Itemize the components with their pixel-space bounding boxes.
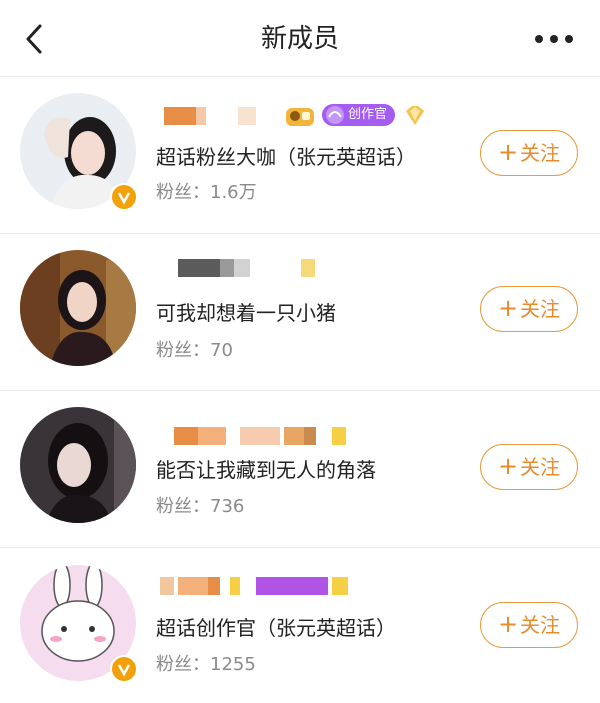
more-options-icon[interactable] (532, 28, 576, 50)
member-name-obscured (156, 577, 366, 595)
member-name-obscured (156, 259, 326, 277)
page-title: 新成员 (260, 24, 339, 54)
member-bio: 超话粉丝大咖（张元英超话） (156, 145, 416, 169)
member-name-obscured (156, 427, 356, 445)
member-bio: 超话创作官（张元英超话） (156, 616, 396, 640)
member-avatar[interactable] (20, 250, 136, 366)
follow-button-label: 关注 (520, 455, 561, 479)
member-fans-count: 粉丝：1.6万 (156, 182, 257, 203)
member-bio: 可我却想着一只小猪 (156, 301, 336, 325)
creator-badge-icon (326, 106, 344, 124)
member-bio: 能否让我藏到无人的角落 (156, 458, 376, 482)
creator-badge-label: 创作官 (348, 107, 388, 122)
follow-button-label: 关注 (520, 297, 561, 321)
member-avatar[interactable] (20, 407, 136, 523)
follow-button-label: 关注 (520, 613, 561, 637)
member-fans-count: 粉丝：736 (156, 496, 245, 517)
member-row[interactable]: 创作官 超话粉丝大咖（张元英超话） 粉丝：1.6万 + 关注 (0, 77, 600, 234)
plus-icon: + (497, 610, 519, 638)
member-fans-count: 粉丝：70 (156, 340, 233, 361)
member-row[interactable]: 能否让我藏到无人的角落 粉丝：736 + 关注 (0, 391, 600, 548)
follow-button[interactable]: + 关注 (480, 602, 578, 648)
member-row[interactable]: 可我却想着一只小猪 粉丝：70 + 关注 (0, 234, 600, 391)
plus-icon: + (497, 138, 519, 166)
top-bar: 新成员 (0, 0, 600, 77)
verified-badge-icon (110, 655, 138, 683)
follow-button[interactable]: + 关注 (480, 130, 578, 176)
level-badge-icon (286, 108, 314, 126)
member-name-obscured (156, 107, 266, 125)
diamond-badge-icon (406, 106, 424, 125)
member-fans-count: 粉丝：1255 (156, 654, 256, 675)
verified-badge-icon (110, 183, 138, 211)
follow-button-label: 关注 (520, 141, 561, 165)
creator-badge: 创作官 (322, 104, 396, 126)
follow-button[interactable]: + 关注 (480, 444, 578, 490)
member-row[interactable]: 超话创作官（张元英超话） 粉丝：1255 + 关注 (0, 547, 600, 703)
plus-icon: + (497, 294, 519, 322)
plus-icon: + (497, 452, 519, 480)
follow-button[interactable]: + 关注 (480, 286, 578, 332)
